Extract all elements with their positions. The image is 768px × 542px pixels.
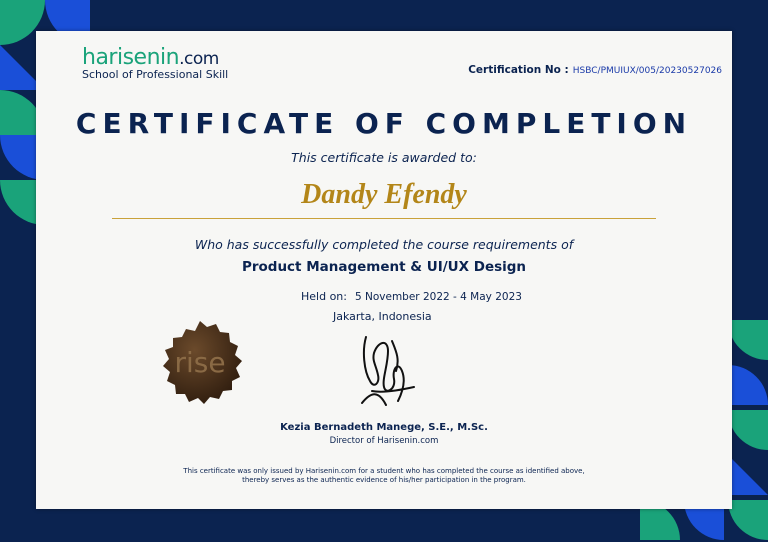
footnote: This certificate was only issued by Hari… — [156, 467, 612, 486]
held-dates: Held on: 5 November 2022 - 4 May 2023 — [301, 290, 522, 303]
awarded-text: This certificate is awarded to: — [291, 150, 477, 165]
completion-text: Who has successfully completed the cours… — [194, 237, 574, 252]
location: Jakarta, Indonesia — [333, 310, 432, 323]
certificate-title: CERTIFICATE OF COMPLETION — [75, 107, 693, 140]
signature — [361, 336, 415, 406]
logo-tagline: School of Professional Skill — [82, 68, 229, 81]
held-label: Held on: — [301, 290, 347, 303]
course-name: Product Management & UI/UX Design — [241, 259, 527, 275]
held-date-range: 5 November 2022 - 4 May 2023 — [354, 291, 522, 303]
signer-role: Director of Harisenin.com — [329, 436, 439, 446]
recipient-name: Dandy Efendy — [301, 179, 467, 210]
certificate-paper: harisenin.com School of Professional Ski… — [36, 31, 732, 509]
logo-name: harisenin — [82, 45, 180, 70]
footnote-line: This certificate was only issued by Hari… — [183, 467, 585, 475]
certification-label: Certification No : — [468, 64, 569, 76]
rise-seal: rise — [163, 321, 242, 404]
seal-text: rise — [174, 346, 225, 379]
harisenin-logo: harisenin.com School of Professional Ski… — [82, 45, 228, 81]
footnote-line: thereby serves as the authentic evidence… — [242, 476, 526, 485]
signer-name: Kezia Bernadeth Manege, S.E., M.Sc. — [280, 422, 488, 433]
certification-value: HSBC/PMUIUX/005/20230527026 — [572, 66, 722, 76]
name-underline — [112, 218, 656, 219]
logo-suffix: .com — [179, 49, 219, 69]
certification-number: Certification No : HSBC/PMUIUX/005/202305… — [468, 64, 722, 76]
